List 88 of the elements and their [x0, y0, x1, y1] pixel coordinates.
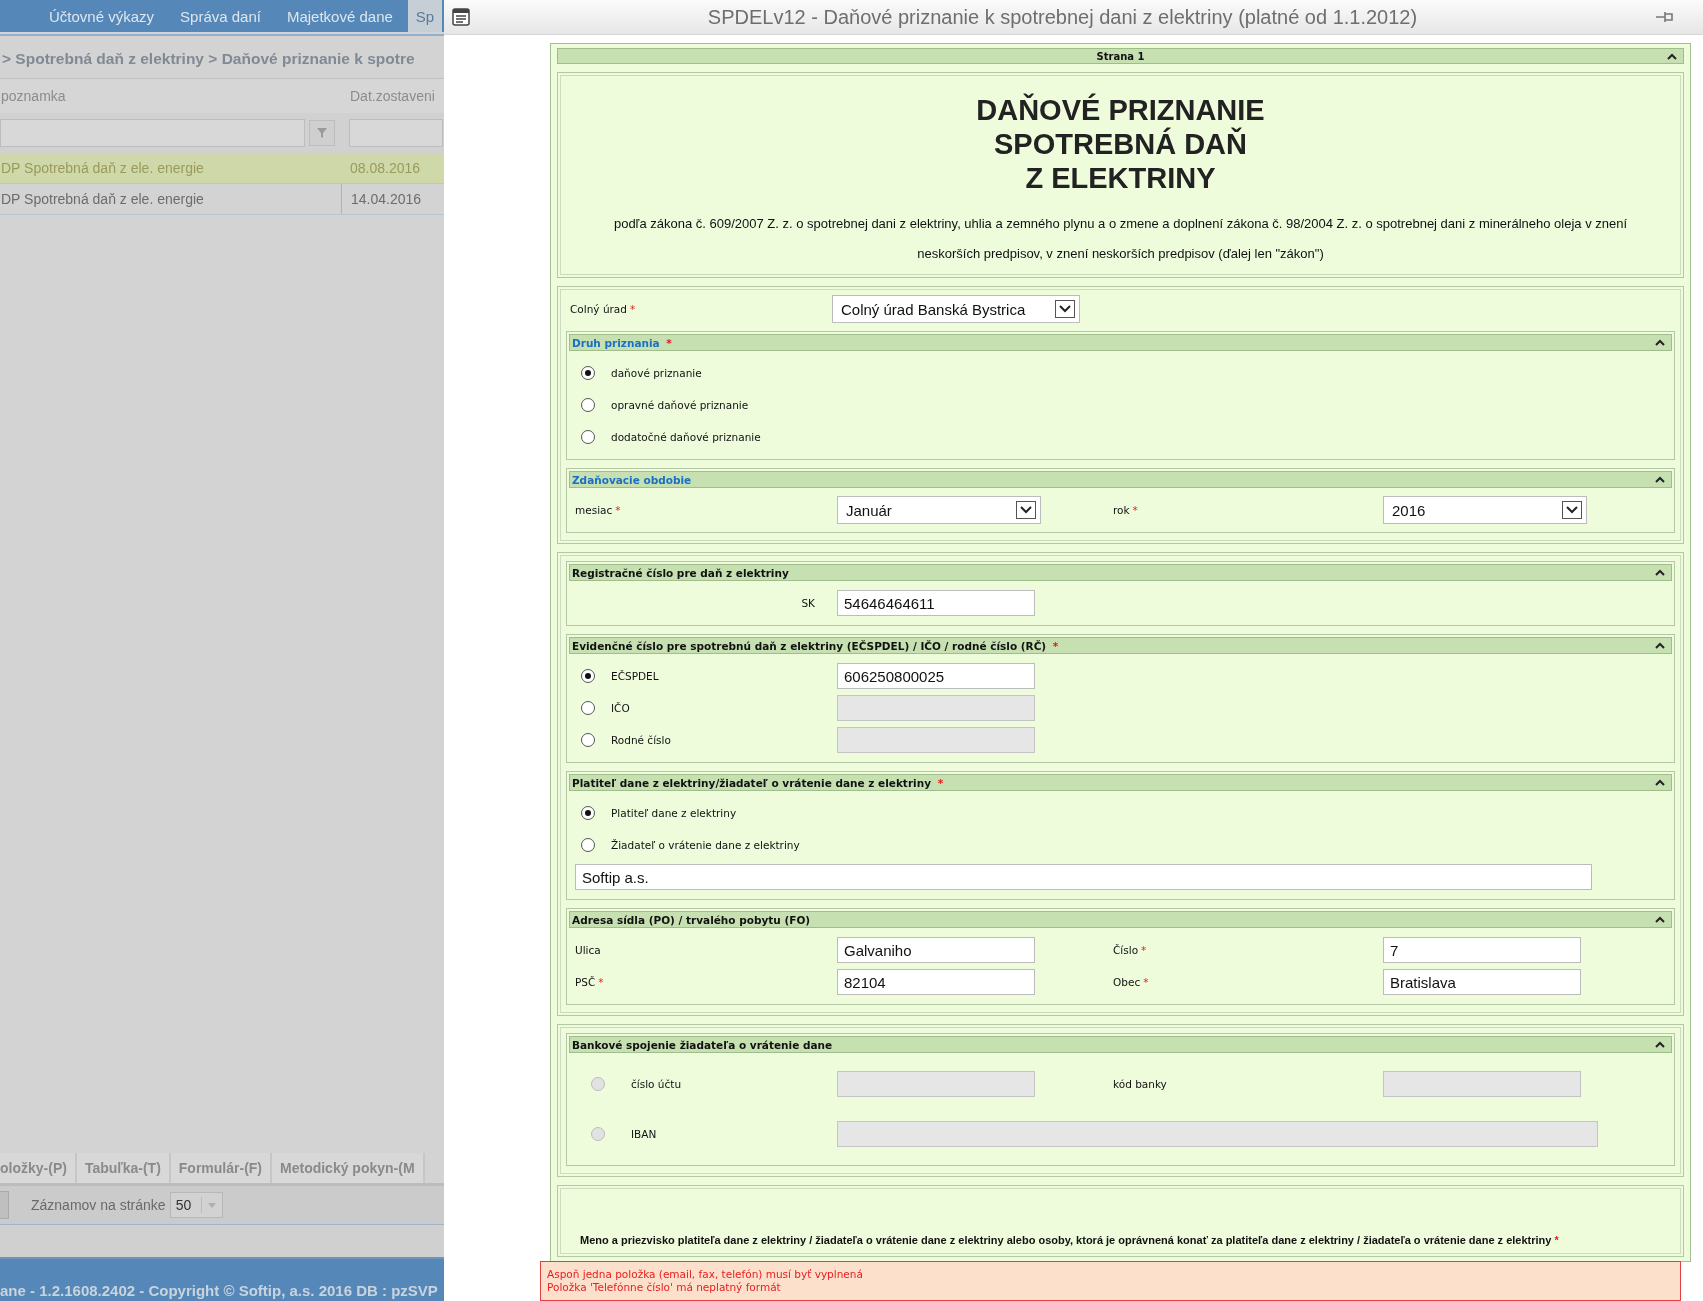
radio-label: EČSPDEL [611, 670, 659, 682]
radio-button[interactable] [581, 701, 595, 715]
field-label: mesiac * [575, 504, 622, 516]
pager-label: Záznamov na stránke [31, 1197, 166, 1213]
filter-field[interactable] [349, 119, 443, 147]
column-header: poznamka [0, 88, 67, 104]
window-title: SPDELv12 - Daňové priznanie k spotrebnej dani z elektriny (platné od 1.1.2012) [706, 5, 1419, 29]
radio-label: Platiteľ dane z elektriny [611, 807, 737, 819]
radio-label: dodatočné daňové priznanie [611, 431, 761, 443]
field-label: Ulica [575, 944, 602, 956]
group-header[interactable]: Bankové spojenie žiadateľa o vrátenie dane [569, 1036, 1672, 1053]
dropdown-icon[interactable] [1055, 300, 1076, 318]
input-field[interactable]: 7 [1383, 937, 1581, 963]
group-title: Druh priznania * [572, 336, 672, 349]
collapse-icon[interactable] [1655, 339, 1665, 346]
radio-button[interactable] [581, 733, 595, 747]
group-header[interactable]: Adresa sídla (PO) / trvalého pobytu (FO) [569, 911, 1672, 928]
form-icon [452, 8, 470, 26]
radio-button[interactable] [581, 398, 595, 412]
field-label: Číslo * [1113, 944, 1148, 956]
page-title: Strana 1 [1096, 50, 1145, 62]
footer-text: ane - 1.2.1608.2402 - Copyright © Softip, a.s. 2016 DB : pzSVP [0, 1282, 438, 1301]
select-field[interactable]: Január [837, 496, 1041, 524]
collapse-icon[interactable] [1655, 1041, 1665, 1048]
pin-icon[interactable] [1655, 10, 1675, 24]
group-title: Adresa sídla (PO) / trvalého pobytu (FO) [572, 913, 811, 926]
page-header[interactable]: Strana 1 [557, 48, 1684, 64]
table-row[interactable]: DP Spotrebná daň z ele. energie 14.04.2016 [0, 184, 444, 215]
form-heading: Z ELEKTRINY [1025, 161, 1216, 195]
radio-button[interactable] [581, 366, 595, 380]
input-field[interactable]: Bratislava [1383, 969, 1581, 995]
group-title: Zdaňovacie obdobie [572, 473, 692, 486]
caret-icon [208, 1202, 217, 1208]
input-field[interactable]: 82104 [837, 969, 1035, 995]
collapse-icon[interactable] [1655, 642, 1665, 649]
radio-label: opravné daňové priznanie [611, 399, 749, 411]
radio-button[interactable] [581, 669, 595, 683]
group-title: Platiteľ dane z elektriny/žiadateľ o vrátenie dane z elektriny * [572, 776, 944, 789]
field-label: rok * [1113, 504, 1139, 516]
field-label: Obec * [1113, 976, 1150, 988]
input-field[interactable]: Galvaniho [837, 937, 1035, 963]
input-field[interactable]: 54646464611 [837, 590, 1035, 616]
radio-label: IČO [611, 702, 630, 714]
table-cell-text: 14.04.2016 [350, 191, 422, 207]
radio-label: IBAN [631, 1128, 657, 1140]
group-title: Registračné číslo pre daň z elektriny [572, 566, 789, 579]
collapse-icon[interactable] [1655, 779, 1665, 786]
collapse-icon[interactable] [1655, 476, 1665, 483]
field-prefix: SK [801, 597, 815, 609]
group-header[interactable]: Registračné číslo pre daň z elektriny [569, 564, 1672, 581]
group-title: Bankové spojenie žiadateľa o vrátenie dane [572, 1038, 833, 1051]
select-field[interactable]: 2016 [1383, 496, 1587, 524]
radio-button[interactable] [581, 838, 595, 852]
table-cell-text: DP Spotrebná daň z ele. energie [0, 160, 205, 176]
form-heading: SPOTREBNÁ DAŇ [994, 127, 1247, 161]
dropdown-icon[interactable] [1016, 501, 1036, 519]
field-label: Meno a priezvisko platiteľa dane z elektriny / žiadateľa o vrátenie dane z elektriny alebo osoby, ktorá je oprávnená konať za platiteľa dane z elektriny / žiadateľa o vrátenie dane z elektriny * [579, 1233, 1560, 1246]
radio-label: Žiadateľ o vrátenie dane z elektriny [611, 839, 800, 851]
column-header: Dat.zostaveni [349, 88, 435, 104]
radio-label: daňové priznanie [611, 367, 702, 379]
input-field[interactable]: Softip a.s. [575, 864, 1592, 890]
error-message: Aspoň jedna položka (email, fax, telefón) musí byť vyplnená [547, 1268, 864, 1281]
page-size-select[interactable]: 50 [169, 1192, 224, 1218]
filter-field[interactable] [0, 119, 305, 147]
field-label: PSČ * [575, 976, 605, 988]
group-header[interactable]: Evidenčné číslo pre spotrebnú daň z elektriny (EČSPDEL) / IČO / rodné číslo (RČ) * [569, 637, 1672, 654]
group-header[interactable]: Zdaňovacie obdobie [569, 471, 1672, 488]
error-message: Položka 'Telefónne číslo' má neplatný formát [547, 1281, 782, 1294]
legal-note: podľa zákona č. 609/2007 Z. z. o spotrebnej dani z elektriny, uhlia a zemného plynu a o zmene a doplnení zákona č. 98/2004 Z. z. o spotrebnej dani z minerálneho oleja v znení neskorších predpisov, v znení neskorších predpisov (ďalej len "zákon") [612, 215, 1629, 263]
group-header[interactable]: Platiteľ dane z elektriny/žiadateľ o vrátenie dane z elektriny * [569, 774, 1672, 791]
field-label: kód banky [1113, 1078, 1168, 1090]
field-label: Colný úrad * [570, 303, 637, 315]
group-title: Evidenčné číslo pre spotrebnú daň z elektriny (EČSPDEL) / IČO / rodné číslo (RČ) * [572, 639, 1059, 652]
form-heading: DAŇOVÉ PRIZNANIE [976, 93, 1265, 127]
table-cell: DP Spotrebná daň z ele. energie [0, 184, 342, 214]
input-field[interactable]: 606250800025 [837, 663, 1035, 689]
radio-label: Rodné číslo [611, 734, 671, 746]
radio-button[interactable] [581, 806, 595, 820]
collapse-icon[interactable] [1655, 916, 1665, 923]
group-header[interactable]: Druh priznania * [569, 334, 1672, 351]
radio-button[interactable] [581, 430, 595, 444]
radio-label: číslo účtu [631, 1078, 682, 1090]
collapse-icon[interactable] [1655, 569, 1665, 576]
dropdown-icon[interactable] [1562, 501, 1582, 519]
collapse-icon[interactable] [1667, 53, 1677, 60]
select-field[interactable]: Colný úrad Banská Bystrica [832, 295, 1081, 323]
table-cell-text: 08.08.2016 [349, 160, 421, 176]
filter-icon [316, 127, 328, 139]
